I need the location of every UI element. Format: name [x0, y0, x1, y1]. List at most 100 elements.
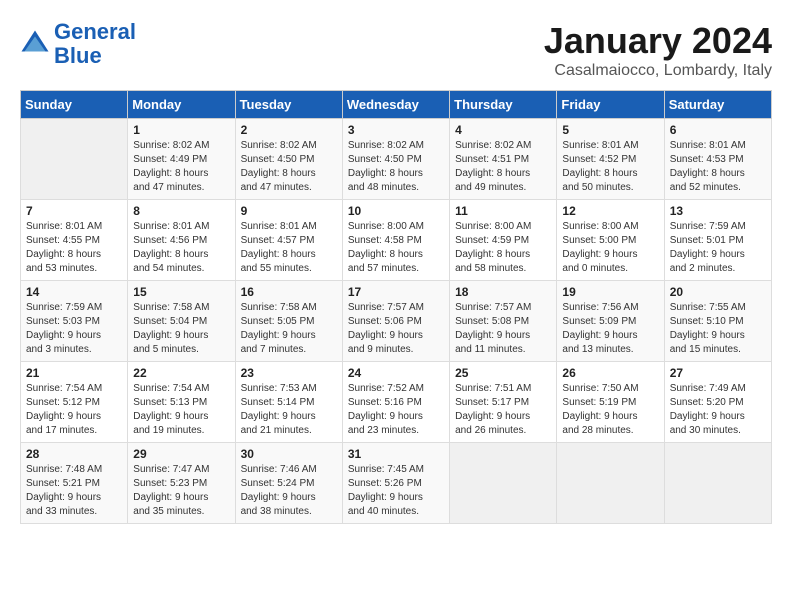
calendar-cell: 14Sunrise: 7:59 AM Sunset: 5:03 PM Dayli… — [21, 281, 128, 362]
day-number: 22 — [133, 366, 229, 380]
calendar-cell: 5Sunrise: 8:01 AM Sunset: 4:52 PM Daylig… — [557, 119, 664, 200]
calendar-cell: 19 Sunrise: 7:56 AM Sunset: 5:09 PM Dayli… — [557, 281, 664, 362]
day-number: 21 — [26, 366, 122, 380]
day-number: 10 — [348, 204, 444, 218]
calendar-cell: 9 Sunrise: 8:01 AM Sunset: 4:57 PM Daylig… — [235, 200, 342, 281]
weekday-header-friday: Friday — [557, 91, 664, 119]
day-number: 18 — [455, 285, 551, 299]
day-number: 19 — [562, 285, 658, 299]
calendar-week-4: 21 Sunrise: 7:54 AM Sunset: 5:12 PM Dayli… — [21, 362, 772, 443]
day-info: Sunrise: 8:02 AM Sunset: 4:51 PM Dayligh… — [455, 139, 551, 195]
calendar-cell: 25 Sunrise: 7:51 AM Sunset: 5:17 PM Dayli… — [450, 362, 557, 443]
day-info: Sunrise: 7:55 AM Sunset: 5:10 PM Dayligh… — [670, 301, 766, 357]
calendar-cell: 15 Sunrise: 7:58 AM Sunset: 5:04 PM Dayli… — [128, 281, 235, 362]
day-info: Sunrise: 8:01 AM Sunset: 4:57 PM Dayligh… — [241, 220, 337, 276]
day-number: 12 — [562, 204, 658, 218]
calendar-cell: 30 Sunrise: 7:46 AM Sunset: 5:24 PM Dayli… — [235, 443, 342, 524]
calendar-cell — [557, 443, 664, 524]
day-info: Sunrise: 7:45 AM Sunset: 5:26 PM Dayligh… — [348, 463, 444, 519]
calendar-cell: 21 Sunrise: 7:54 AM Sunset: 5:12 PM Dayli… — [21, 362, 128, 443]
day-number: 17 — [348, 285, 444, 299]
day-info: Sunrise: 8:01 AM Sunset: 4:53 PM Dayligh… — [670, 139, 766, 195]
logo: General Blue — [20, 20, 136, 68]
day-info: Sunrise: 7:54 AM Sunset: 5:13 PM Dayligh… — [133, 382, 229, 438]
day-number: 5 — [562, 123, 658, 137]
calendar-cell: 31Sunrise: 7:45 AM Sunset: 5:26 PM Dayli… — [342, 443, 449, 524]
calendar-cell: 3 Sunrise: 8:02 AM Sunset: 4:50 PM Daylig… — [342, 119, 449, 200]
calendar-cell: 20 Sunrise: 7:55 AM Sunset: 5:10 PM Dayli… — [664, 281, 771, 362]
calendar-cell: 7 Sunrise: 8:01 AM Sunset: 4:55 PM Daylig… — [21, 200, 128, 281]
day-number: 26 — [562, 366, 658, 380]
weekday-header-tuesday: Tuesday — [235, 91, 342, 119]
calendar-cell: 24 Sunrise: 7:52 AM Sunset: 5:16 PM Dayli… — [342, 362, 449, 443]
calendar-cell: 17 Sunrise: 7:57 AM Sunset: 5:06 PM Dayli… — [342, 281, 449, 362]
day-info: Sunrise: 8:01 AM Sunset: 4:55 PM Dayligh… — [26, 220, 122, 276]
day-number: 28 — [26, 447, 122, 461]
day-info: Sunrise: 7:46 AM Sunset: 5:24 PM Dayligh… — [241, 463, 337, 519]
day-number: 23 — [241, 366, 337, 380]
calendar-cell: 8 Sunrise: 8:01 AM Sunset: 4:56 PM Daylig… — [128, 200, 235, 281]
calendar-cell: 16Sunrise: 7:58 AM Sunset: 5:05 PM Dayli… — [235, 281, 342, 362]
calendar-week-1: 1 Sunrise: 8:02 AM Sunset: 4:49 PM Daylig… — [21, 119, 772, 200]
day-info: Sunrise: 8:00 AM Sunset: 4:59 PM Dayligh… — [455, 220, 551, 276]
day-info: Sunrise: 7:50 AM Sunset: 5:19 PM Dayligh… — [562, 382, 658, 438]
day-number: 24 — [348, 366, 444, 380]
day-number: 2 — [241, 123, 337, 137]
calendar-cell: 27 Sunrise: 7:49 AM Sunset: 5:20 PM Dayli… — [664, 362, 771, 443]
day-info: Sunrise: 7:56 AM Sunset: 5:09 PM Dayligh… — [562, 301, 658, 357]
calendar-cell: 28 Sunrise: 7:48 AM Sunset: 5:21 PM Dayli… — [21, 443, 128, 524]
day-info: Sunrise: 7:53 AM Sunset: 5:14 PM Dayligh… — [241, 382, 337, 438]
calendar-table: SundayMondayTuesdayWednesdayThursdayFrid… — [20, 90, 772, 524]
day-info: Sunrise: 7:49 AM Sunset: 5:20 PM Dayligh… — [670, 382, 766, 438]
day-info: Sunrise: 7:51 AM Sunset: 5:17 PM Dayligh… — [455, 382, 551, 438]
day-info: Sunrise: 7:52 AM Sunset: 5:16 PM Dayligh… — [348, 382, 444, 438]
calendar-cell: 10Sunrise: 8:00 AM Sunset: 4:58 PM Dayli… — [342, 200, 449, 281]
day-info: Sunrise: 7:58 AM Sunset: 5:04 PM Dayligh… — [133, 301, 229, 357]
calendar-cell: 13Sunrise: 7:59 AM Sunset: 5:01 PM Dayli… — [664, 200, 771, 281]
day-number: 25 — [455, 366, 551, 380]
calendar-cell: 11 Sunrise: 8:00 AM Sunset: 4:59 PM Dayli… — [450, 200, 557, 281]
calendar-cell: 2 Sunrise: 8:02 AM Sunset: 4:50 PM Daylig… — [235, 119, 342, 200]
weekday-header-sunday: Sunday — [21, 91, 128, 119]
weekday-header-wednesday: Wednesday — [342, 91, 449, 119]
day-info: Sunrise: 7:54 AM Sunset: 5:12 PM Dayligh… — [26, 382, 122, 438]
day-number: 6 — [670, 123, 766, 137]
day-number: 20 — [670, 285, 766, 299]
day-info: Sunrise: 8:02 AM Sunset: 4:50 PM Dayligh… — [348, 139, 444, 195]
day-info: Sunrise: 7:59 AM Sunset: 5:01 PM Dayligh… — [670, 220, 766, 276]
calendar-cell — [21, 119, 128, 200]
day-info: Sunrise: 7:47 AM Sunset: 5:23 PM Dayligh… — [133, 463, 229, 519]
day-info: Sunrise: 7:48 AM Sunset: 5:21 PM Dayligh… — [26, 463, 122, 519]
day-number: 1 — [133, 123, 229, 137]
calendar-cell: 23 Sunrise: 7:53 AM Sunset: 5:14 PM Dayli… — [235, 362, 342, 443]
calendar-cell — [450, 443, 557, 524]
day-info: Sunrise: 8:01 AM Sunset: 4:56 PM Dayligh… — [133, 220, 229, 276]
logo-text: General Blue — [54, 20, 136, 68]
day-number: 7 — [26, 204, 122, 218]
weekday-header-saturday: Saturday — [664, 91, 771, 119]
day-number: 15 — [133, 285, 229, 299]
calendar-cell: 12 Sunrise: 8:00 AM Sunset: 5:00 PM Dayli… — [557, 200, 664, 281]
day-info: Sunrise: 7:57 AM Sunset: 5:06 PM Dayligh… — [348, 301, 444, 357]
day-number: 11 — [455, 204, 551, 218]
day-number: 8 — [133, 204, 229, 218]
day-info: Sunrise: 8:02 AM Sunset: 4:49 PM Dayligh… — [133, 139, 229, 195]
day-number: 27 — [670, 366, 766, 380]
day-number: 4 — [455, 123, 551, 137]
logo-icon — [20, 29, 50, 59]
day-number: 30 — [241, 447, 337, 461]
page-header: General Blue January 2024 Casalmaiocco, … — [20, 20, 772, 80]
calendar-cell — [664, 443, 771, 524]
day-info: Sunrise: 8:02 AM Sunset: 4:50 PM Dayligh… — [241, 139, 337, 195]
day-number: 9 — [241, 204, 337, 218]
calendar-cell: 26 Sunrise: 7:50 AM Sunset: 5:19 PM Dayli… — [557, 362, 664, 443]
calendar-cell: 6 Sunrise: 8:01 AM Sunset: 4:53 PM Daylig… — [664, 119, 771, 200]
day-info: Sunrise: 7:58 AM Sunset: 5:05 PM Dayligh… — [241, 301, 337, 357]
calendar-week-2: 7 Sunrise: 8:01 AM Sunset: 4:55 PM Daylig… — [21, 200, 772, 281]
day-info: Sunrise: 8:00 AM Sunset: 5:00 PM Dayligh… — [562, 220, 658, 276]
calendar-cell: 4 Sunrise: 8:02 AM Sunset: 4:51 PM Daylig… — [450, 119, 557, 200]
weekday-header-row: SundayMondayTuesdayWednesdayThursdayFrid… — [21, 91, 772, 119]
calendar-week-3: 14Sunrise: 7:59 AM Sunset: 5:03 PM Dayli… — [21, 281, 772, 362]
day-number: 3 — [348, 123, 444, 137]
title-block: January 2024 Casalmaiocco, Lombardy, Ita… — [544, 20, 772, 80]
